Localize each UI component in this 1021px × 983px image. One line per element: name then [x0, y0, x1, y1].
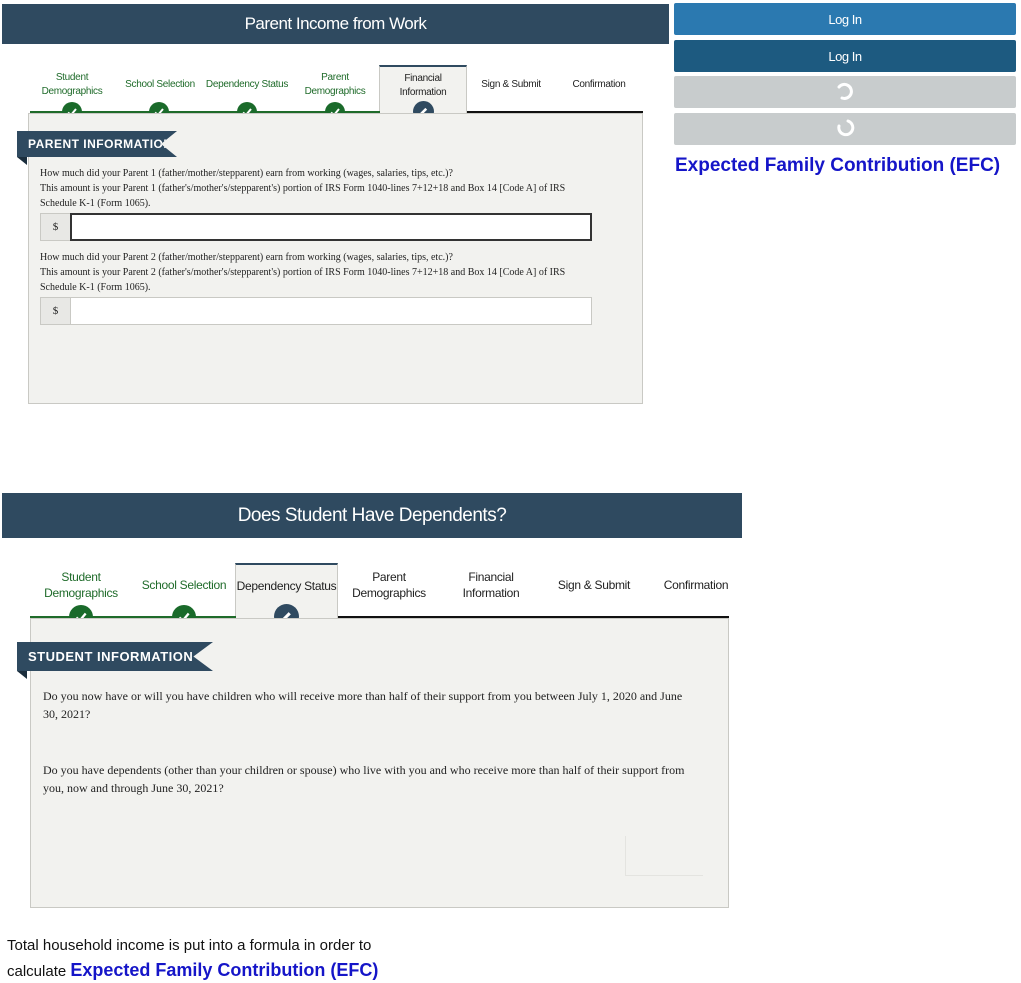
ribbon-fold	[17, 157, 27, 165]
bottom-page-title: Does Student Have Dependents?	[237, 504, 507, 526]
caption: Total household income is put into a for…	[7, 937, 379, 980]
bottom-step-confirmation[interactable]: Confirmation	[650, 577, 742, 593]
efc-label: Expected Family Contribution (EFC)	[675, 155, 1001, 176]
top-step-sign-submit[interactable]: Sign & Submit	[470, 78, 552, 92]
parent1-income-input-group: $	[40, 213, 592, 241]
top-step-dependency-status[interactable]: Dependency Status	[204, 78, 290, 92]
bottom-step-parent-demographics[interactable]: Parent Demographics	[346, 569, 432, 601]
parent2-income-field[interactable]	[70, 297, 592, 325]
faint-box	[625, 836, 703, 876]
parent2-question: How much did your Parent 2 (father/mothe…	[40, 252, 566, 293]
login-button-hover[interactable]: Log In	[674, 40, 1016, 72]
login-button[interactable]: Log In	[674, 3, 1016, 35]
dependents-question: Do you have dependents (other than your …	[43, 763, 685, 795]
login-button-loading[interactable]	[674, 113, 1016, 145]
top-page-title: Parent Income from Work	[244, 14, 427, 33]
top-step-school-selection[interactable]: School Selection	[120, 78, 200, 92]
parent1-question: How much did your Parent 1 (father/mothe…	[40, 168, 566, 209]
bottom-step-financial-information[interactable]: Financial Information	[448, 569, 534, 601]
children-question: Do you now have or will you have childre…	[43, 689, 683, 721]
spinner-icon	[835, 81, 855, 104]
ribbon-fold	[17, 671, 27, 679]
bottom-step-school-selection[interactable]: School Selection	[138, 577, 230, 593]
student-information-ribbon: STUDENT INFORMATION	[17, 642, 213, 671]
currency-addon: $	[40, 213, 70, 241]
spinner-icon	[835, 118, 855, 141]
login-button-loading[interactable]	[674, 76, 1016, 108]
top-step-confirmation[interactable]: Confirmation	[556, 78, 642, 92]
currency-addon: $	[40, 297, 70, 325]
top-step-student-demographics[interactable]: Student Demographics	[32, 71, 112, 98]
parent-information-ribbon: PARENT INFORMATION	[17, 131, 177, 157]
bottom-page-title-bar: Does Student Have Dependents?	[2, 493, 742, 538]
bottom-step-student-demographics[interactable]: Student Demographics	[38, 569, 124, 601]
parent1-income-field[interactable]	[70, 213, 592, 241]
parent2-income-input-group: $	[40, 297, 592, 325]
top-page-title-bar: Parent Income from Work	[2, 4, 669, 44]
bottom-step-sign-submit[interactable]: Sign & Submit	[548, 577, 640, 593]
efc-caption-emphasis: Expected Family Contribution (EFC)	[70, 959, 379, 980]
top-step-parent-demographics[interactable]: Parent Demographics	[300, 71, 370, 98]
